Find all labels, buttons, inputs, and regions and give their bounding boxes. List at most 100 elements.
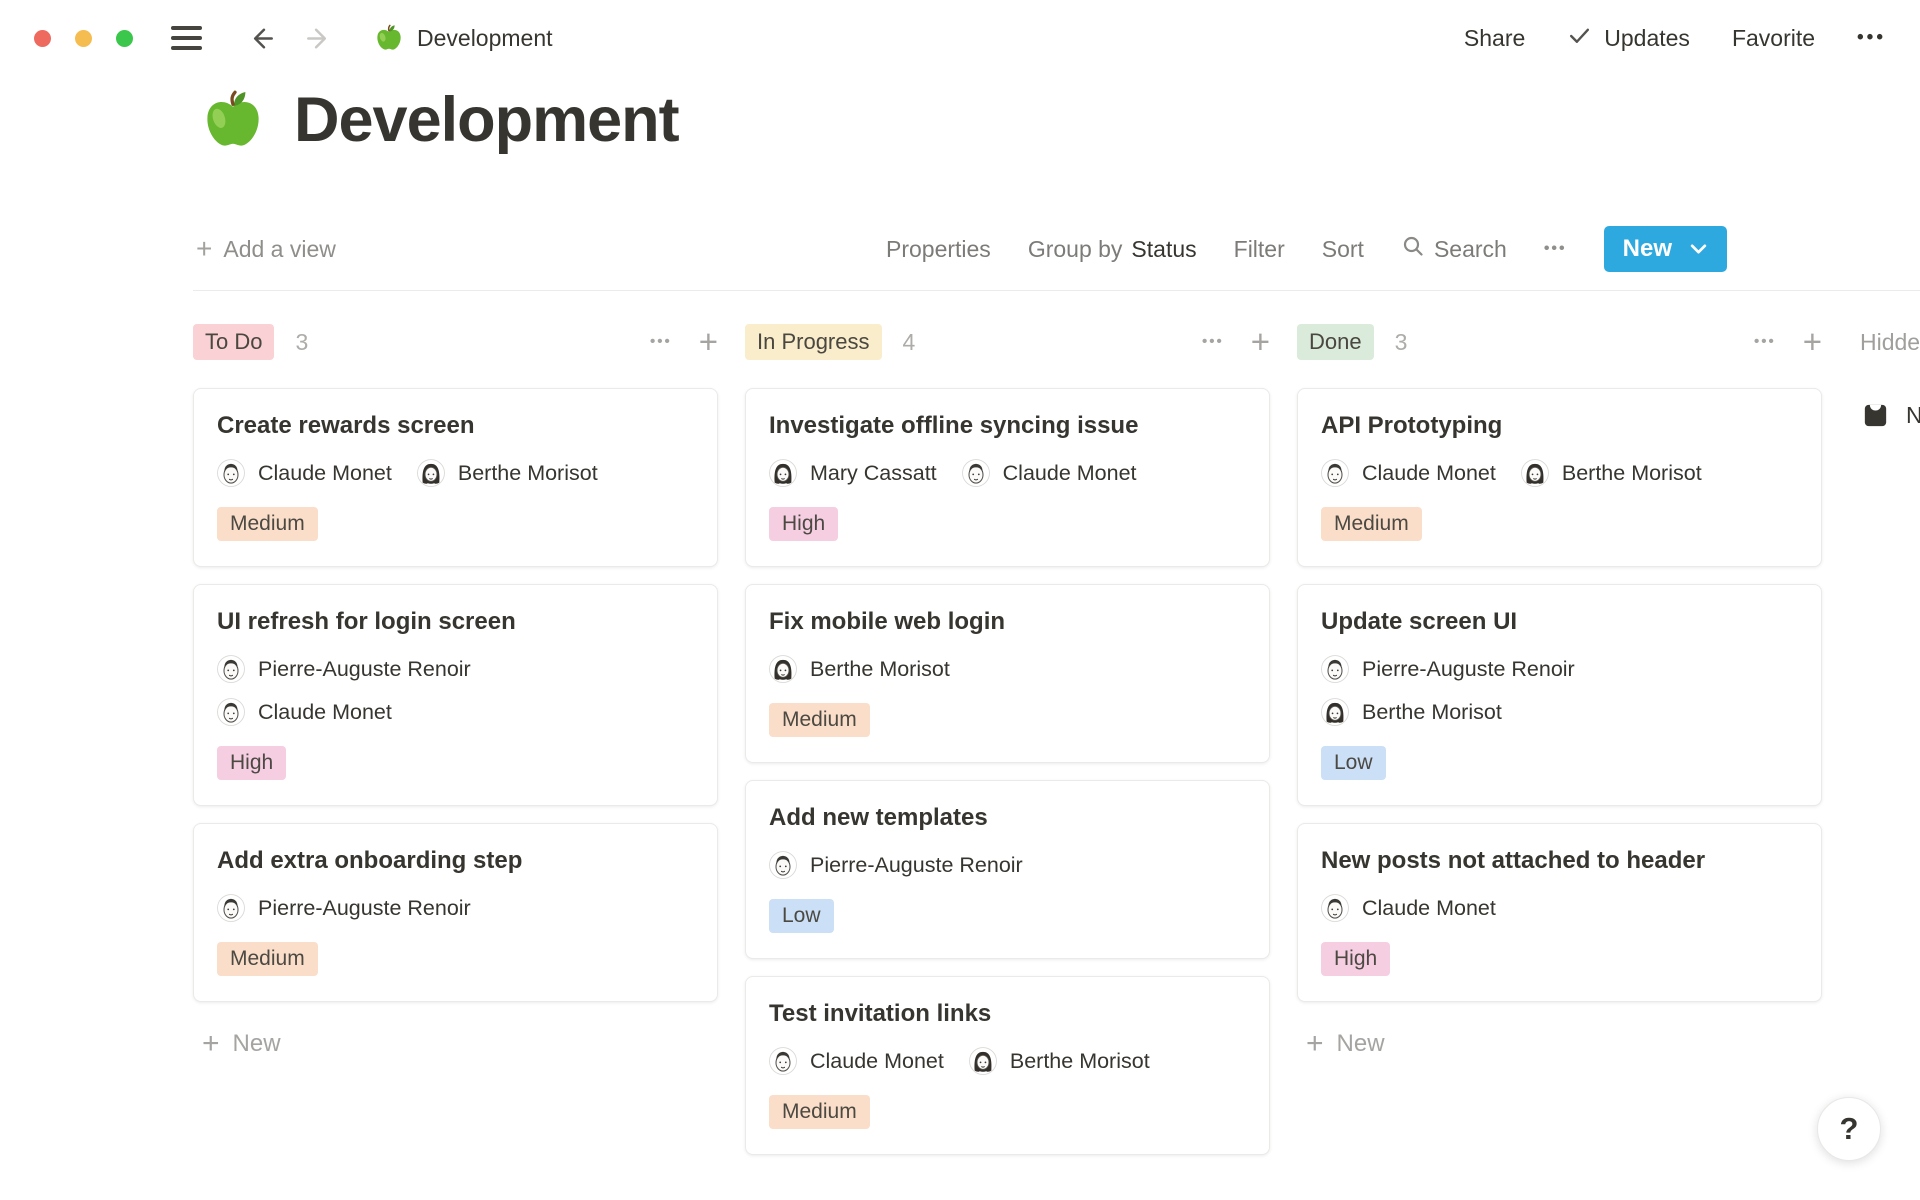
priority-badge: Low <box>1321 746 1386 780</box>
man-avatar <box>217 698 245 726</box>
assignee-row: Claude Monet Berthe Morisot <box>217 459 694 487</box>
board-column: Done3•••+API PrototypingClaude MonetBert… <box>1297 322 1822 1172</box>
assignee-name: Claude Monet <box>1362 896 1496 921</box>
assignee-row: Claude Monet <box>1321 894 1798 922</box>
share-button[interactable]: Share <box>1464 25 1525 52</box>
updates-button[interactable]: Updates <box>1567 23 1690 54</box>
woman-avatar <box>969 1047 997 1075</box>
assignee-name: Pierre-Auguste Renoir <box>258 896 471 921</box>
woman-avatar <box>417 459 445 487</box>
filter-button[interactable]: Filter <box>1234 236 1285 263</box>
assignee-name: Pierre-Auguste Renoir <box>258 657 471 682</box>
new-card-label: New <box>233 1030 281 1058</box>
priority-badge: Medium <box>769 1095 870 1129</box>
green-apple-icon <box>374 23 404 53</box>
board-card[interactable]: Create rewards screenClaude MonetBerthe … <box>193 388 718 567</box>
card-title: Test invitation links <box>769 1000 1246 1028</box>
group-by-label: Group by <box>1028 236 1123 263</box>
priority-badge: High <box>1321 942 1390 976</box>
window-title-bar: Development Share Updates Favorite ••• <box>0 0 1920 76</box>
column-more-icon[interactable]: ••• <box>1202 333 1224 350</box>
green-apple-icon[interactable] <box>200 87 266 153</box>
card-title: Fix mobile web login <box>769 608 1246 636</box>
minimize-window-button[interactable] <box>75 30 92 47</box>
hidden-group-row[interactable]: N <box>1860 400 1920 431</box>
column-more-icon[interactable]: ••• <box>650 333 672 350</box>
assignee-name: Claude Monet <box>258 700 392 725</box>
updates-label: Updates <box>1604 25 1690 52</box>
man-avatar <box>1321 894 1349 922</box>
board-card[interactable]: Add extra onboarding step Pierre-Auguste … <box>193 823 718 1002</box>
column-status-badge[interactable]: In Progress <box>745 324 882 360</box>
search-button[interactable]: Search <box>1401 234 1507 264</box>
assignee: Berthe Morisot <box>1521 459 1702 487</box>
back-arrow-icon[interactable] <box>246 23 277 54</box>
priority-badge: Medium <box>1321 507 1422 541</box>
more-options-icon[interactable]: ••• <box>1857 27 1886 49</box>
assignee: Mary Cassatt <box>769 459 937 487</box>
column-add-icon[interactable]: + <box>1251 329 1270 355</box>
column-add-icon[interactable]: + <box>1803 329 1822 355</box>
assignee-row: Claude Monet <box>217 698 694 726</box>
board-card[interactable]: API PrototypingClaude MonetBerthe Moriso… <box>1297 388 1822 567</box>
new-button-label: New <box>1623 235 1672 263</box>
new-card-button[interactable]: +New <box>202 1029 718 1059</box>
sort-button[interactable]: Sort <box>1322 236 1364 263</box>
column-add-icon[interactable]: + <box>699 329 718 355</box>
view-toolbar: + Add a view Properties Group by Status … <box>196 226 1727 272</box>
priority-badge: High <box>769 507 838 541</box>
new-button[interactable]: New <box>1604 226 1727 272</box>
assignee: Pierre-Auguste Renoir <box>769 851 1023 879</box>
forward-arrow-icon[interactable] <box>303 23 334 54</box>
priority-badge: Medium <box>769 703 870 737</box>
assignee-row: Pierre-Auguste Renoir <box>1321 655 1798 683</box>
woman-avatar <box>1321 698 1349 726</box>
help-button[interactable]: ? <box>1817 1097 1881 1161</box>
board-card[interactable]: Update screen UIPierre-Auguste RenoirBer… <box>1297 584 1822 806</box>
plus-icon: + <box>196 235 212 263</box>
board-card[interactable]: Fix mobile web loginBerthe MorisotMedium <box>745 584 1270 763</box>
new-card-button[interactable]: +New <box>1306 1029 1822 1059</box>
board-card[interactable]: Test invitation links Claude MonetBerthe … <box>745 976 1270 1155</box>
page-title[interactable]: Development <box>294 84 679 156</box>
assignee: Claude Monet <box>1321 894 1496 922</box>
assignee: Claude Monet <box>217 459 392 487</box>
woman-avatar <box>1521 459 1549 487</box>
column-status-badge[interactable]: To Do <box>193 324 274 360</box>
priority-badge: Medium <box>217 507 318 541</box>
favorite-button[interactable]: Favorite <box>1732 25 1815 52</box>
column-header: In Progress4•••+ <box>745 322 1270 362</box>
assignee-name: Berthe Morisot <box>1010 1049 1150 1074</box>
traffic-lights <box>34 30 133 47</box>
assignee: Claude Monet <box>217 698 392 726</box>
assignee-row: Claude MonetBerthe Morisot <box>769 1047 1246 1075</box>
close-window-button[interactable] <box>34 30 51 47</box>
card-title: Add extra onboarding step <box>217 847 694 875</box>
board-card[interactable]: UI refresh for login screenPierre-August… <box>193 584 718 806</box>
inbox-icon <box>1860 400 1891 431</box>
column-status-badge[interactable]: Done <box>1297 324 1374 360</box>
priority-badge: High <box>217 746 286 780</box>
properties-button[interactable]: Properties <box>886 236 991 263</box>
assignee: Pierre-Auguste Renoir <box>1321 655 1575 683</box>
board-card[interactable]: Add new templatesPierre-Auguste RenoirLo… <box>745 780 1270 959</box>
hidden-columns-label: Hidden <box>1860 322 1920 356</box>
search-icon <box>1401 234 1425 264</box>
group-by-button[interactable]: Group by Status <box>1028 236 1197 263</box>
question-mark-icon: ? <box>1840 1111 1859 1147</box>
breadcrumb-title: Development <box>417 25 553 52</box>
board-card[interactable]: New posts not attached to headerClaude M… <box>1297 823 1822 1002</box>
assignee: Berthe Morisot <box>969 1047 1150 1075</box>
column-header: Done3•••+ <box>1297 322 1822 362</box>
zoom-window-button[interactable] <box>116 30 133 47</box>
view-more-icon[interactable]: ••• <box>1544 240 1567 258</box>
sidebar-menu-icon[interactable] <box>171 26 202 50</box>
assignee: Berthe Morisot <box>417 459 598 487</box>
board-card[interactable]: Investigate offline syncing issueMary Ca… <box>745 388 1270 567</box>
assignee: Claude Monet <box>962 459 1137 487</box>
assignee-name: Berthe Morisot <box>1562 461 1702 486</box>
man-avatar <box>1321 459 1349 487</box>
column-more-icon[interactable]: ••• <box>1754 333 1776 350</box>
breadcrumb-document[interactable]: Development <box>374 23 553 53</box>
add-view-button[interactable]: + Add a view <box>196 235 336 263</box>
